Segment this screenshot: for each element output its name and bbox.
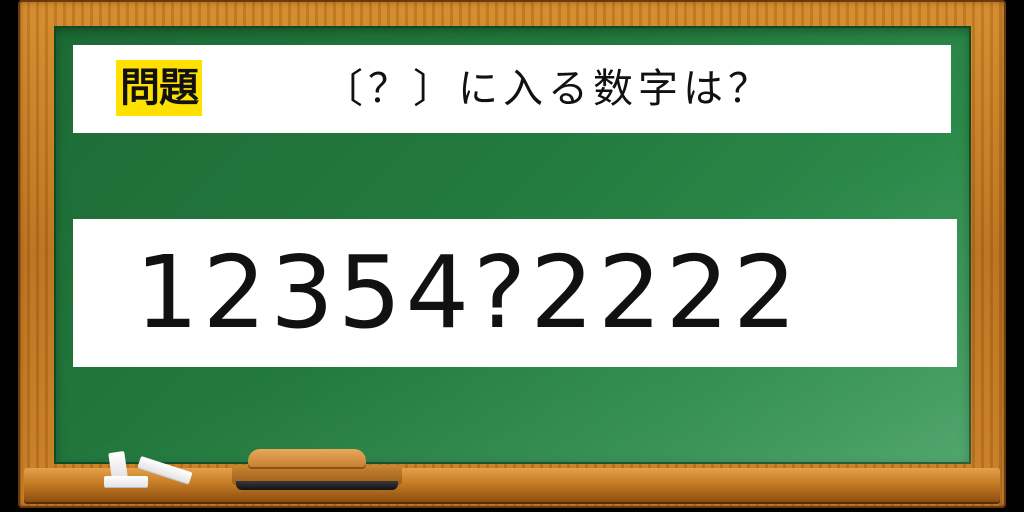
eraser-felt bbox=[236, 481, 398, 490]
sequence-panel: 12354?2222 bbox=[73, 219, 957, 367]
question-text: 〔？〕に入る数字は？ bbox=[323, 66, 773, 112]
question-tag: 問題 bbox=[116, 60, 202, 116]
eraser-handle bbox=[248, 449, 366, 469]
chalk-piece bbox=[108, 451, 128, 479]
question-banner: 問題 〔？〕に入る数字は？ bbox=[73, 45, 951, 133]
number-sequence: 12354?2222 bbox=[135, 235, 801, 351]
chalk-piece bbox=[104, 476, 148, 487]
chalkboard-scene: 問題 〔？〕に入る数字は？ 12354?2222 bbox=[0, 0, 1024, 512]
